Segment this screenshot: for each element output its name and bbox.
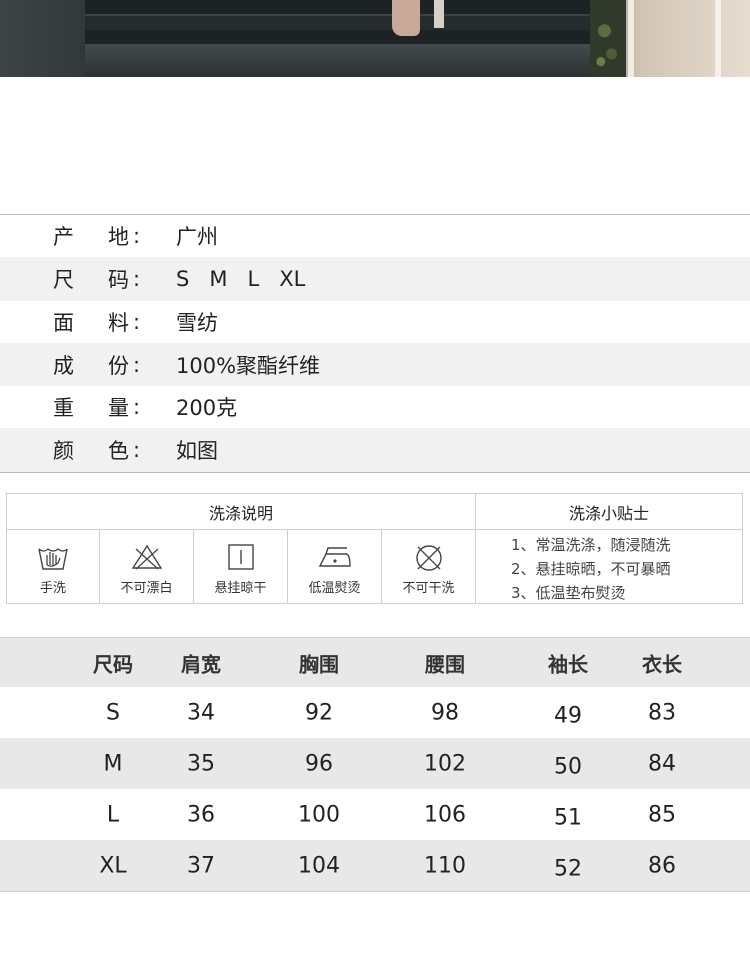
size-header-cell: 肩宽: [181, 652, 221, 676]
size-table-row: S 34 92 98 49 83: [0, 687, 750, 738]
size-header-cell: 胸围: [299, 652, 339, 676]
care-label: 不可干洗: [402, 581, 455, 596]
info-colon: :: [133, 310, 141, 334]
no-dry-clean-icon: [415, 545, 442, 571]
size-cell: L: [106, 802, 120, 827]
wash-tip: 1、常温洗涤，随浸随洗: [511, 536, 671, 554]
info-key-char: 地: [108, 225, 129, 249]
no-bleach-icon: [131, 544, 162, 570]
size-cell: 86: [648, 853, 676, 878]
wash-tip: 2、悬挂晾晒，不可暴晒: [511, 560, 671, 578]
size-table-row: M 35 96 102 50 84: [0, 738, 750, 789]
care-label: 悬挂晾干: [214, 581, 267, 596]
size-header-cell: 袖长: [548, 652, 588, 676]
size-cell: 96: [305, 751, 333, 776]
info-value: S M L XL: [176, 267, 306, 291]
product-info-list: 产 地 : 广州 尺 码 : S M L XL 面 料 : 雪纺 成 份 : 1…: [0, 214, 750, 473]
size-cell: M: [103, 751, 123, 776]
product-photo-strip: [0, 0, 750, 77]
info-key-char: 份: [108, 353, 129, 378]
hand-wash-icon: [38, 548, 68, 570]
photo-step: [85, 44, 625, 77]
info-row-origin: 产 地 : 广州: [0, 215, 750, 257]
care-cell-no-dry-clean: 不可干洗: [382, 530, 476, 603]
care-label: 低温熨烫: [308, 581, 361, 596]
size-cell: 106: [424, 802, 466, 827]
care-icons-row: 手洗 不可漂白 悬挂晾干 低温熨烫 不可干洗: [7, 530, 476, 603]
info-colon: :: [133, 438, 141, 462]
info-value: 广州: [176, 225, 218, 249]
info-colon: :: [133, 395, 141, 419]
size-cell: 84: [648, 751, 676, 776]
info-value: 100%聚酯纤维: [176, 353, 321, 378]
info-row-color: 颜 色 : 如图: [0, 428, 750, 472]
hang-dry-icon: [227, 544, 254, 570]
info-row-weight: 重 量 : 200克: [0, 386, 750, 428]
info-key-char: 成: [53, 353, 74, 378]
info-key-char: 色: [108, 439, 129, 463]
size-cell: 104: [298, 853, 340, 878]
size-table-header: 尺码 肩宽 胸围 腰围 袖长 衣长: [0, 637, 750, 687]
size-cell: 98: [431, 700, 459, 725]
info-value: 雪纺: [176, 311, 218, 335]
care-label: 不可漂白: [120, 581, 173, 596]
info-key-char: 量: [108, 396, 129, 420]
size-cell: S: [106, 700, 120, 725]
photo-strap: [434, 0, 444, 28]
care-cell-hang-dry: 悬挂晾干: [194, 530, 288, 603]
info-key-char: 尺: [53, 268, 74, 292]
size-cell: 37: [187, 853, 215, 878]
low-iron-icon: [318, 547, 351, 567]
info-row-size: 尺 码 : S M L XL: [0, 257, 750, 301]
wash-care-table: 洗涤说明 洗涤小贴士 手洗 不可漂白 悬挂晾干 低温熨烫 不可干洗 1、常温洗涤…: [6, 493, 743, 604]
wash-tips-list: 1、常温洗涤，随浸随洗 2、悬挂晾晒，不可暴晒 3、低温垫布熨烫: [511, 533, 671, 605]
size-cell: 110: [424, 853, 466, 878]
size-header-cell: 衣长: [642, 652, 682, 676]
size-cell: 52: [554, 856, 582, 882]
size-header-cell: 尺码: [93, 652, 133, 676]
info-key-char: 面: [53, 311, 74, 335]
info-key-char: 码: [108, 268, 129, 292]
info-colon: :: [133, 267, 141, 291]
info-key-char: 料: [108, 311, 129, 335]
size-cell: 35: [187, 751, 215, 776]
size-chart-table: 尺码 肩宽 胸围 腰围 袖长 衣长 S 34 92 98 49 83 M 35 …: [0, 637, 750, 892]
care-cell-hand-wash: 手洗: [7, 530, 100, 603]
size-cell: 36: [187, 802, 215, 827]
size-cell: XL: [99, 853, 127, 878]
info-colon: :: [133, 224, 141, 248]
info-key-char: 重: [53, 396, 74, 420]
photo-pole: [715, 0, 721, 77]
size-cell: 34: [187, 700, 215, 725]
wash-instructions-header: 洗涤说明: [7, 494, 476, 530]
info-row-composition: 成 份 : 100%聚酯纤维: [0, 343, 750, 386]
size-table-row: XL 37 104 110 52 86: [0, 840, 750, 891]
size-cell: 100: [298, 802, 340, 827]
wash-tip: 3、低温垫布熨烫: [511, 584, 626, 602]
size-cell: 50: [554, 754, 582, 780]
info-value: 如图: [176, 439, 218, 463]
size-cell: 85: [648, 802, 676, 827]
photo-bag: [392, 0, 420, 36]
size-cell: 102: [424, 751, 466, 776]
info-row-fabric: 面 料 : 雪纺: [0, 301, 750, 343]
size-table-row: L 36 100 106 51 85: [0, 789, 750, 840]
photo-plant: [590, 0, 626, 77]
care-label: 手洗: [39, 581, 66, 596]
info-colon: :: [133, 352, 141, 377]
size-cell: 83: [648, 700, 676, 725]
info-key-char: 产: [53, 225, 74, 249]
info-value: 200克: [176, 396, 238, 420]
size-cell: 92: [305, 700, 333, 725]
care-cell-no-bleach: 不可漂白: [100, 530, 194, 603]
wash-tips-header: 洗涤小贴士: [476, 494, 742, 530]
care-cell-low-iron: 低温熨烫: [288, 530, 382, 603]
size-cell: 49: [554, 703, 582, 729]
info-key-char: 颜: [53, 439, 74, 463]
size-header-cell: 腰围: [425, 652, 465, 676]
photo-pole: [628, 0, 634, 77]
size-cell: 51: [554, 805, 582, 831]
